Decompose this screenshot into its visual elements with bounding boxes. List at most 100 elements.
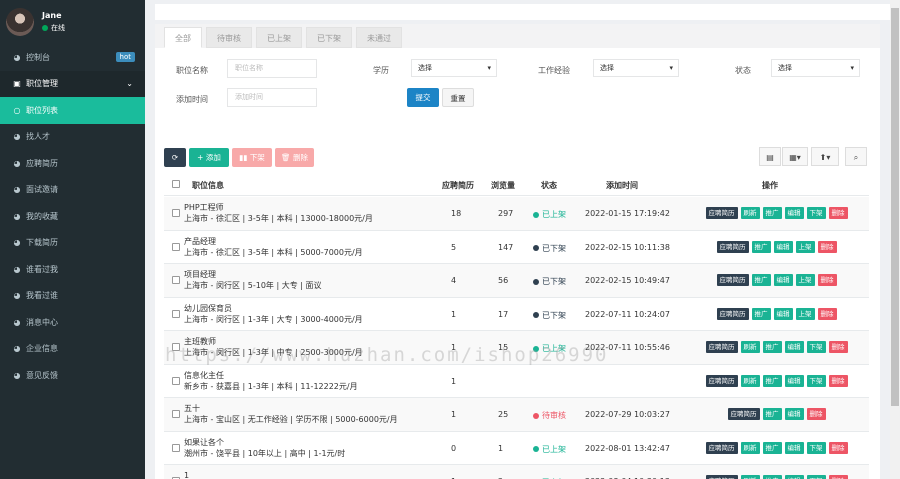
row-checkbox[interactable] [172, 309, 180, 318]
tab[interactable]: 待审核 [206, 27, 252, 48]
row-checkbox[interactable] [172, 242, 180, 251]
sidebar-item[interactable]: ▣ 职位管理 ⌄ [0, 70, 145, 97]
action-button[interactable]: 下架 [806, 441, 826, 454]
action-button[interactable]: 应聘简历 [705, 475, 738, 479]
sidebar-item[interactable]: ◕ 消息中心 [0, 309, 145, 336]
filter-time-input[interactable]: 添加时间 [227, 88, 317, 107]
action-button[interactable]: 删除 [828, 441, 848, 454]
action-button[interactable]: 应聘简历 [705, 374, 738, 387]
action-button[interactable]: 删除 [806, 408, 826, 420]
action-button[interactable]: 推广 [762, 341, 782, 353]
job-title[interactable]: 幼儿园保育员 [184, 303, 363, 314]
action-button[interactable]: 刷新 [740, 374, 760, 387]
sidebar-item[interactable]: ◕ 应聘简历 [0, 150, 145, 177]
filter-state-select[interactable]: 选择 ▾ [771, 59, 860, 77]
scrollbar-thumb[interactable] [891, 8, 899, 406]
row-checkbox[interactable] [172, 443, 180, 452]
tab[interactable]: 未通过 [356, 27, 402, 48]
sidebar-item[interactable]: ◕ 企业信息 [0, 336, 145, 363]
row-checkbox[interactable] [172, 209, 180, 217]
refresh-button[interactable]: ⟳ [164, 148, 186, 167]
action-button[interactable]: 推广 [751, 274, 771, 286]
offline-button[interactable]: ▮▮ 下架 [232, 148, 272, 167]
action-button[interactable]: 应聘简历 [716, 274, 749, 286]
action-button[interactable]: 编辑 [784, 441, 804, 454]
filter-exp-select[interactable]: 选择 ▾ [593, 59, 679, 77]
job-title[interactable]: 项目经理 [184, 269, 321, 280]
action-button[interactable]: 推广 [751, 240, 771, 253]
action-button[interactable]: 应聘简历 [705, 441, 738, 454]
action-button[interactable]: 删除 [828, 207, 848, 219]
row-checkbox[interactable] [172, 276, 180, 284]
action-button[interactable]: 下架 [806, 374, 826, 387]
action-button[interactable]: 编辑 [784, 374, 804, 387]
job-title[interactable]: PHP工程师 [184, 202, 373, 213]
sidebar-item[interactable]: ◕ 我看过谁 [0, 283, 145, 310]
sidebar-item[interactable]: ◕ 我的收藏 [0, 203, 145, 230]
delete-button[interactable]: 🗑 删除 [275, 148, 314, 167]
sidebar-item[interactable]: ◕ 找人才 [0, 124, 145, 151]
action-button[interactable]: 编辑 [773, 274, 793, 286]
job-title[interactable]: 主班教师 [184, 336, 363, 347]
export-button[interactable]: ⬆▾ [811, 147, 839, 166]
action-button[interactable]: 下架 [806, 475, 826, 479]
row-checkbox[interactable] [172, 343, 180, 351]
action-button[interactable]: 上架 [795, 240, 815, 253]
action-button[interactable]: 推广 [762, 475, 782, 479]
tab[interactable]: 已下架 [306, 27, 352, 48]
action-button[interactable]: 编辑 [784, 408, 804, 420]
action-button[interactable]: 应聘简历 [716, 240, 749, 253]
job-title[interactable]: 产品经理 [184, 236, 363, 247]
action-button[interactable]: 推广 [762, 207, 782, 219]
action-button[interactable]: 推广 [762, 374, 782, 387]
action-button[interactable]: 删除 [828, 374, 848, 387]
action-button[interactable]: 应聘简历 [705, 341, 738, 353]
submit-button[interactable]: 提交 [407, 88, 439, 107]
sidebar-item[interactable]: ◕ 谁看过我 [0, 256, 145, 283]
filter-edu-select[interactable]: 选择 ▾ [411, 59, 497, 77]
action-button[interactable]: 应聘简历 [727, 408, 760, 420]
action-button[interactable]: 编辑 [784, 207, 804, 219]
row-checkbox[interactable] [172, 410, 180, 418]
filter-name-input[interactable]: 职位名称 [227, 59, 317, 78]
sidebar-item[interactable]: ◕ 下载简历 [0, 230, 145, 257]
action-button[interactable]: 编辑 [784, 341, 804, 353]
sidebar-item[interactable]: ◕ 控制台 hot [0, 44, 145, 71]
tab[interactable]: 已上架 [256, 27, 302, 48]
action-button[interactable]: 编辑 [773, 307, 793, 320]
sidebar-item[interactable]: ○ 职位列表 [0, 97, 145, 124]
action-button[interactable]: 下架 [806, 207, 826, 219]
action-button[interactable]: 上架 [795, 274, 815, 286]
action-button[interactable]: 删除 [828, 341, 848, 353]
sidebar-item[interactable]: ◕ 面试邀请 [0, 177, 145, 204]
action-button[interactable]: 删除 [817, 240, 837, 253]
reset-button[interactable]: 重置 [442, 88, 474, 107]
action-button[interactable]: 推广 [762, 408, 782, 420]
action-button[interactable]: 应聘简历 [716, 307, 749, 320]
add-button[interactable]: + 添加 [189, 148, 229, 167]
action-button[interactable]: 推广 [751, 307, 771, 320]
action-button[interactable]: 推广 [762, 441, 782, 454]
action-button[interactable]: 删除 [817, 307, 837, 320]
action-button[interactable]: 编辑 [784, 475, 804, 479]
action-button[interactable]: 编辑 [773, 240, 793, 253]
job-title[interactable]: 五十 [184, 403, 398, 414]
row-checkbox[interactable] [172, 376, 180, 385]
action-button[interactable]: 删除 [817, 274, 837, 286]
scrollbar[interactable] [890, 0, 900, 479]
tab[interactable]: 全部 [164, 27, 202, 48]
action-button[interactable]: 刷新 [740, 341, 760, 353]
action-button[interactable]: 上架 [795, 307, 815, 320]
job-title[interactable]: 如果让各个 [184, 437, 345, 448]
action-button[interactable]: 删除 [828, 475, 848, 479]
select-all-checkbox[interactable] [172, 180, 180, 188]
action-button[interactable]: 刷新 [740, 441, 760, 454]
sidebar-item[interactable]: ◕ 意见反馈 [0, 362, 145, 389]
search-button[interactable]: ⌕ [845, 147, 867, 166]
action-button[interactable]: 刷新 [740, 475, 760, 479]
avatar[interactable] [6, 8, 34, 36]
action-button[interactable]: 刷新 [740, 207, 760, 219]
toggle-view-button[interactable]: ▤ [759, 147, 781, 166]
columns-button[interactable]: ▦▾ [782, 147, 808, 166]
job-title[interactable]: 信息化主任 [184, 370, 358, 381]
